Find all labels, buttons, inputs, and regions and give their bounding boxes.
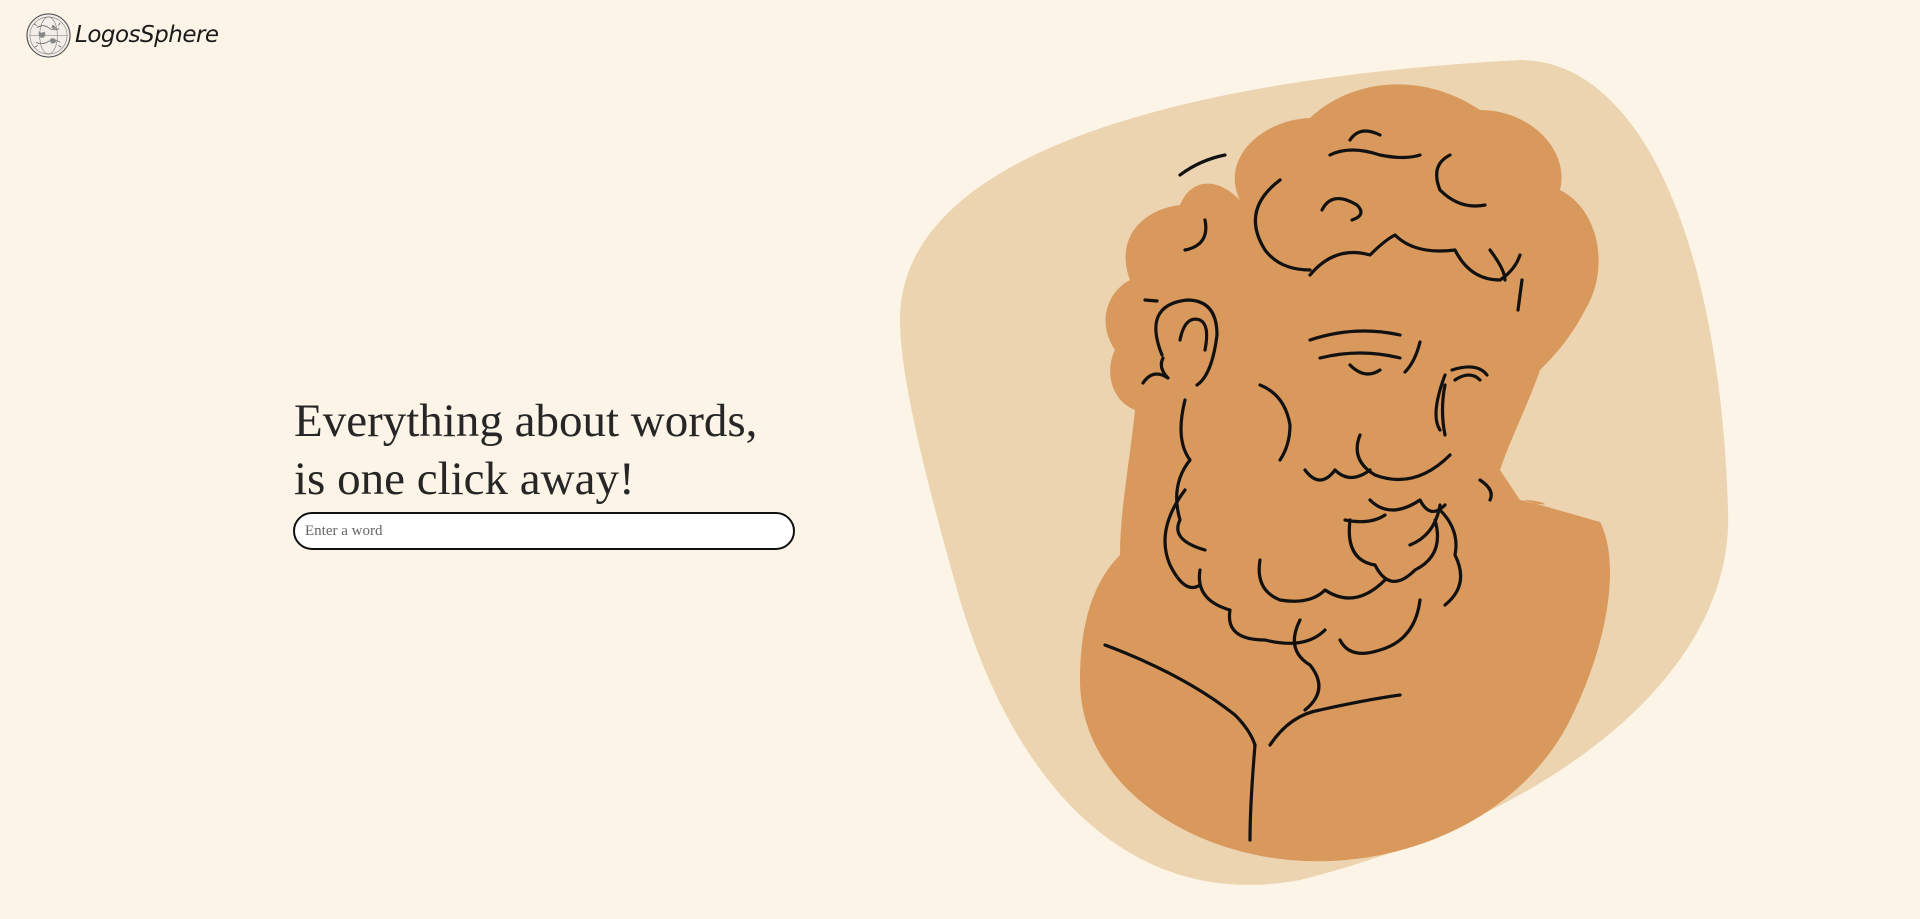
- search-bar: [293, 512, 814, 550]
- philosopher-bust-illustration: [900, 60, 1729, 885]
- globe-engraving-icon: [26, 12, 71, 58]
- brand-name: LogosSphere: [75, 22, 219, 48]
- hero-section: Everything about words, is one click awa…: [293, 392, 814, 550]
- page-title: Everything about words, is one click awa…: [294, 392, 814, 508]
- brand[interactable]: LogosSphere: [25, 11, 219, 59]
- search-input[interactable]: [293, 512, 795, 550]
- title-line-2: is one click away!: [294, 453, 635, 505]
- title-line-1: Everything about words,: [294, 395, 758, 447]
